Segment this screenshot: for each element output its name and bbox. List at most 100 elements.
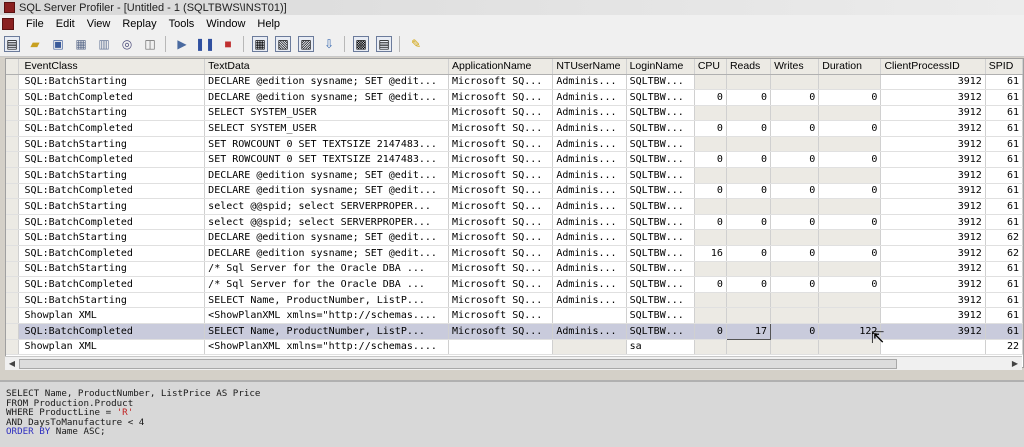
- cell-spid: 61: [985, 276, 1023, 293]
- row-marker: [6, 136, 19, 153]
- cell-applicationname: Microsoft SQ...: [448, 198, 554, 215]
- cell-reads: 0: [726, 214, 772, 231]
- open-icon[interactable]: ▰: [27, 36, 43, 52]
- row-marker: [6, 151, 19, 169]
- table-row[interactable]: SQL:BatchCompleted DECLARE @edition sysna…: [6, 245, 1023, 262]
- table-row[interactable]: SQL:BatchStarting SELECT SYSTEM_USER Micro…: [6, 105, 1023, 122]
- cell-reads: 17: [725, 323, 772, 340]
- table-icon[interactable]: ▨: [298, 36, 314, 52]
- horizontal-scrollbar[interactable]: ◀ ▶: [5, 356, 1022, 370]
- table-row[interactable]: Showplan XML <ShowPlanXML xmlns="http://s…: [6, 307, 1023, 324]
- cell-textdata: SELECT Name, ProductNumber, ListP...: [204, 292, 449, 309]
- table-row[interactable]: SQL:BatchStarting DECLARE @edition sysnam…: [6, 229, 1023, 247]
- table-row[interactable]: SQL:BatchStarting DECLARE @edition sysnam…: [6, 74, 1023, 91]
- template-properties-icon[interactable]: ▧: [275, 36, 291, 52]
- scroll-left-icon[interactable]: ◀: [6, 358, 18, 370]
- find-icon[interactable]: ◎: [119, 36, 135, 52]
- row-marker: [6, 74, 19, 91]
- col-header-eventclass[interactable]: EventClass: [18, 59, 206, 75]
- table-row[interactable]: SQL:BatchCompleted SELECT SYSTEM_USER Micr…: [6, 120, 1023, 137]
- cell-textdata: <ShowPlanXML xmlns="http://schemas....: [204, 307, 449, 324]
- cell-spid: 61: [985, 292, 1023, 309]
- col-header-reads[interactable]: Reads: [726, 59, 772, 75]
- cell-textdata: /* Sql Server for the Oracle DBA ...: [204, 261, 449, 278]
- cell-applicationname: Microsoft SQ...: [448, 74, 554, 91]
- col-header-spid[interactable]: SPID: [985, 59, 1023, 75]
- table-row[interactable]: SQL:BatchStarting select @@spid; select S…: [6, 198, 1023, 215]
- cell-eventclass: Showplan XML: [18, 307, 206, 324]
- cell-applicationname: Microsoft SQ...: [448, 89, 554, 106]
- scrollbar-thumb[interactable]: [19, 359, 897, 369]
- cell-spid: 61: [985, 120, 1023, 137]
- cell-reads: [726, 292, 772, 309]
- menu-tools[interactable]: Tools: [163, 18, 201, 30]
- col-header-writes[interactable]: Writes: [770, 59, 820, 75]
- cell-applicationname: [448, 339, 554, 356]
- open-table-icon[interactable]: ▥: [96, 36, 112, 52]
- window-title: SQL Server Profiler - [Untitled - 1 (SQL…: [19, 1, 287, 14]
- scroll-right-icon[interactable]: ▶: [1009, 358, 1021, 370]
- table-row[interactable]: SQL:BatchStarting SELECT Name, ProductNu…: [6, 292, 1023, 309]
- col-header-cpu[interactable]: CPU: [694, 59, 727, 75]
- table-row[interactable]: SQL:BatchCompleted DECLARE @edition sysna…: [6, 89, 1023, 106]
- cell-textdata: SELECT SYSTEM_USER: [204, 105, 449, 122]
- table-row[interactable]: SQL:BatchCompleted DECLARE @edition sysna…: [6, 183, 1023, 200]
- cell-eventclass: SQL:BatchCompleted: [18, 245, 206, 262]
- col-header-duration[interactable]: Duration: [818, 59, 882, 75]
- menu-view[interactable]: View: [81, 18, 117, 30]
- menu-help[interactable]: Help: [251, 18, 286, 30]
- table-row[interactable]: SQL:BatchCompleted select @@spid; select …: [6, 214, 1023, 231]
- cell-applicationname: Microsoft SQ...: [448, 151, 554, 169]
- import-icon[interactable]: ⇩: [321, 36, 337, 52]
- menu-edit[interactable]: Edit: [50, 18, 81, 30]
- col-header-textdata[interactable]: TextData: [204, 59, 449, 75]
- properties-icon[interactable]: ▦: [73, 36, 89, 52]
- grid-header-row: EventClass TextData ApplicationName NTUs…: [6, 59, 1023, 75]
- cell-duration: 0: [818, 245, 882, 262]
- cell-duration: 0: [818, 120, 882, 137]
- cell-loginname: SQLTBW...: [626, 183, 695, 200]
- save-icon[interactable]: ▣: [50, 36, 66, 52]
- menu-file[interactable]: File: [20, 18, 50, 30]
- menu-window[interactable]: Window: [200, 18, 251, 30]
- help-icon[interactable]: ✎: [408, 36, 424, 52]
- table-row[interactable]: SQL:BatchStarting DECLARE @edition sysnam…: [6, 167, 1023, 184]
- performance-icon[interactable]: ▩: [353, 36, 369, 52]
- cell-eventclass: SQL:BatchCompleted: [18, 89, 206, 106]
- table-row[interactable]: SQL:BatchCompleted SET ROWCOUNT 0 SET TEX…: [6, 151, 1023, 169]
- col-header-clientprocessid[interactable]: ClientProcessID: [880, 59, 986, 75]
- template-icon[interactable]: ▦: [252, 36, 268, 52]
- pause-icon[interactable]: ❚❚: [195, 36, 215, 52]
- row-marker: [6, 339, 19, 356]
- table-row[interactable]: SQL:BatchStarting SET ROWCOUNT 0 SET TEXT…: [6, 136, 1023, 153]
- cell-reads: [726, 105, 772, 122]
- document-icon[interactable]: [2, 17, 14, 30]
- new-trace-icon[interactable]: ▤: [4, 36, 20, 52]
- table-row[interactable]: SQL:BatchStarting/* Sql Server for the O…: [6, 261, 1023, 278]
- cell-reads: 0: [726, 89, 772, 106]
- trace-grid[interactable]: EventClass TextData ApplicationName NTUs…: [5, 58, 1024, 368]
- cell-duration: [818, 198, 882, 215]
- cell-cpu: [694, 339, 727, 356]
- query-text: SELECT Name, ProductNumber, ListPrice AS…: [6, 389, 1024, 437]
- cell-textdata: DECLARE @edition sysname; SET @edit...: [204, 183, 449, 200]
- clear-icon[interactable]: ◫: [142, 36, 158, 52]
- col-header-loginname[interactable]: LoginName: [626, 59, 695, 75]
- cell-duration: 0: [818, 183, 882, 200]
- cell-applicationname: Microsoft SQ...: [448, 292, 554, 309]
- cell-textdata: /* Sql Server for the Oracle DBA ...: [204, 276, 449, 293]
- menu-replay[interactable]: Replay: [116, 18, 162, 30]
- table-row[interactable]: SQL:BatchCompleted/* Sql Server for the …: [6, 276, 1023, 293]
- col-header-ntusername[interactable]: NTUserName: [552, 59, 627, 75]
- textdata-detail-pane[interactable]: SELECT Name, ProductNumber, ListPrice AS…: [0, 380, 1024, 447]
- cell-clientprocessid: 3912: [880, 245, 986, 262]
- cell-applicationname: Microsoft SQ...: [448, 167, 554, 184]
- stop-icon[interactable]: ■: [220, 36, 236, 52]
- cell-duration: [818, 74, 882, 91]
- cell-loginname: SQLTBW...: [626, 229, 695, 247]
- run-icon[interactable]: ▶: [174, 36, 190, 52]
- cell-ntusername: Adminis...: [552, 105, 627, 122]
- col-header-applicationname[interactable]: ApplicationName: [448, 59, 554, 75]
- cell-writes: [770, 74, 820, 91]
- chart-icon[interactable]: ▤: [376, 36, 392, 52]
